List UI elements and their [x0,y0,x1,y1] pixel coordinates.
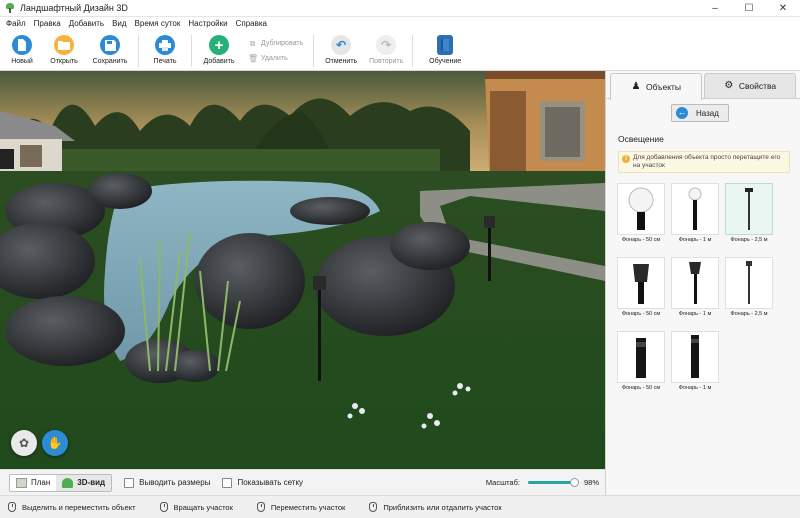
new-document-icon [12,35,32,55]
bollard-lamp-icon [636,338,646,378]
plan-grid-icon [16,477,27,488]
new-button[interactable]: Новый [2,31,42,71]
tree-icon [62,477,74,488]
toolbar-divider [138,35,139,67]
plan-view-button[interactable]: План [10,475,56,491]
mouse-icon [256,502,265,512]
window-title: Ландшафтный Дизайн 3D [20,3,128,13]
toolbar-divider [412,35,414,67]
show-grid-checkbox[interactable]: Показывать сетку [222,477,303,488]
back-button[interactable]: ← Назад [671,104,729,122]
save-button[interactable]: Сохранить [86,31,134,71]
tall-pole-lamp-icon [745,188,753,230]
3d-viewport[interactable]: ✿ ✋ [0,71,605,469]
duplicate-button[interactable]: ⧉ Дублировать [248,39,304,48]
scale-control: Масштаб: 98% [486,478,605,487]
scale-value: 98% [583,478,599,487]
trash-icon: 🗑 [248,54,259,63]
plus-icon: + [209,35,229,55]
scale-label: Масштаб: [485,478,520,487]
hand-pan-icon[interactable]: ✋ [42,430,68,456]
object-lamp-bollard-50[interactable]: Фонарь - 50 см [617,331,665,393]
add-button[interactable]: + Добавить [196,31,242,71]
open-button[interactable]: Открыть [42,31,86,71]
section-title: Освещение [618,134,664,144]
scale-slider[interactable] [527,478,579,487]
app-logo-icon [5,3,15,13]
hint-select-move: Выделить и переместить объект [8,502,136,512]
title-bar: Ландшафтный Дизайн 3D – ☐ ✕ [0,0,800,17]
edit-group: ⧉ Дублировать 🗑 Удалить [242,31,309,71]
lamp-icon: ♟ [631,81,641,92]
drag-hint: ! Для добавления объекта просто перетащи… [618,151,790,173]
mouse-icon [159,502,168,512]
show-sizes-checkbox[interactable]: Выводить размеры [124,477,210,488]
toolbar: Новый Открыть Сохранить Печать + Добавит… [0,31,800,71]
menu-time-of-day[interactable]: Время суток [131,17,185,31]
close-button[interactable]: ✕ [766,0,800,17]
mouse-wheel-icon [369,502,378,512]
object-lamp-lantern-50[interactable]: Фонарь - 50 см [617,257,665,319]
panel-tabs: ♟ Объекты ⚙ Свойства [606,71,800,100]
minimize-button[interactable]: – [698,0,732,17]
menu-view[interactable]: Вид [108,17,130,31]
redo-button[interactable]: ↷ Повторить [364,31,408,71]
copy-icon: ⧉ [249,39,256,48]
tall-thin-lamp-icon [746,261,752,304]
menu-bar: Файл Правка Добавить Вид Время суток Нас… [0,17,800,31]
menu-file[interactable]: Файл [2,17,30,31]
hint-rotate: Вращать участок [159,502,233,512]
redo-arrow-icon: ↷ [376,35,397,55]
menu-edit[interactable]: Правка [30,17,65,31]
tutorial-button[interactable]: Обучение [417,31,473,71]
lantern-lamp-icon [633,264,649,304]
gear-icon: ⚙ [724,80,734,91]
tall-bollard-lamp-icon [691,335,699,378]
object-lamp-tall-thin[interactable]: Фонарь - 2,5 м [725,257,773,319]
toolbar-divider [313,35,315,67]
print-button[interactable]: Печать [143,31,187,71]
object-lamp-globe-1m[interactable]: Фонарь - 1 м [671,183,719,245]
3d-view-button[interactable]: 3D-вид [56,474,112,491]
floppy-disk-icon [100,35,120,55]
orbit-icon[interactable]: ✿ [11,430,37,456]
object-lamp-tall-pole[interactable]: Фонарь - 2,5 м [725,183,773,245]
garden-scene [0,71,605,469]
globe-post-lamp-icon [688,187,702,230]
hint-pan: Переместить участок [256,502,345,512]
folder-icon [54,35,74,55]
objects-panel: ♟ Объекты ⚙ Свойства ← Назад Освещение !… [605,71,800,495]
menu-add[interactable]: Добавить [65,17,108,31]
undo-button[interactable]: ↶ Отменить [318,31,364,71]
globe-lamp-icon [628,187,654,230]
menu-settings[interactable]: Настройки [184,17,231,31]
delete-button[interactable]: 🗑 Удалить [248,54,303,63]
arrow-left-icon: ← [676,107,688,119]
printer-icon [155,35,175,55]
object-lamp-bollard-1m[interactable]: Фонарь - 1 м [671,331,719,393]
object-lamp-globe-50[interactable]: Фонарь - 50 см [617,183,665,245]
tab-properties[interactable]: ⚙ Свойства [704,73,796,98]
scale-slider-thumb[interactable] [569,478,579,487]
object-lamp-lantern-1m[interactable]: Фонарь - 1 м [671,257,719,319]
view-options-bar: План 3D-вид Выводить размеры Показывать … [0,469,605,495]
lantern-post-lamp-icon [689,262,701,304]
view-mode-toggle: План 3D-вид [9,473,113,492]
undo-arrow-icon: ↶ [331,35,352,55]
maximize-button[interactable]: ☐ [732,0,766,17]
info-icon: ! [622,155,630,163]
mouse-icon [8,502,16,512]
menu-help[interactable]: Справка [232,17,271,31]
tab-objects[interactable]: ♟ Объекты [610,73,702,100]
toolbar-divider [191,35,192,67]
status-bar: Выделить и переместить объект Вращать уч… [0,495,800,518]
hint-zoom: Приблизить или отдалить участок [369,502,502,512]
book-icon [437,35,454,55]
